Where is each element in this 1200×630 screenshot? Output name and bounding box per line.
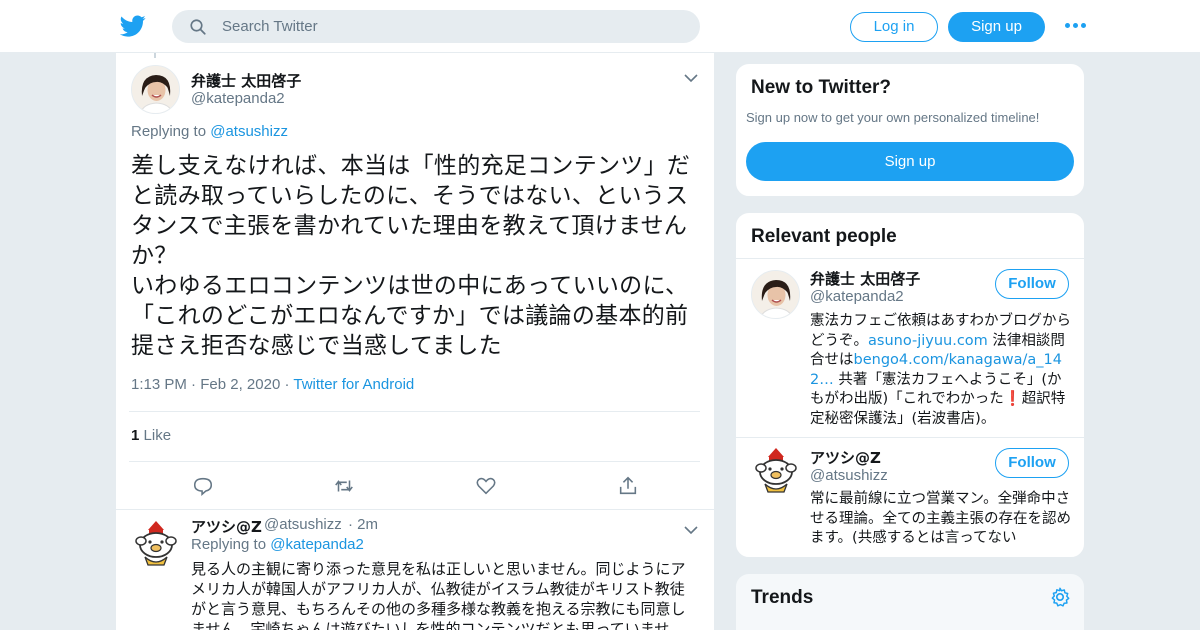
- timeline-column: 弁護士 太田啓子 @katepanda2 Replying to @atsush…: [115, 53, 715, 630]
- chevron-down-icon[interactable]: [684, 525, 698, 535]
- avatar[interactable]: [131, 519, 181, 569]
- reply-author-handle[interactable]: @atsushizz: [264, 516, 342, 533]
- meta-separator: ·: [348, 516, 358, 533]
- twitter-bird-icon[interactable]: [120, 13, 146, 39]
- person-photo-icon: [752, 271, 799, 318]
- replying-to-line: Replying to @katepanda2: [191, 536, 364, 553]
- tweet-text: 差し支えなければ、本当は「性的充足コンテンツ」だと読み取っていらしたのに、そうで…: [131, 153, 691, 359]
- replying-prefix: Replying to: [191, 536, 267, 553]
- replying-to-line: Replying to @atsushizz: [131, 123, 288, 140]
- person-handle[interactable]: @atsushizz: [810, 467, 888, 484]
- reply-tweet-text: 見る人の主観に寄り添った意見を私は正しいと思いません。同じようにアメリカ人が韓国…: [191, 560, 686, 630]
- like-count: 1: [131, 427, 140, 444]
- relevant-person[interactable]: 弁護士 太田啓子 @katepanda2 Follow 憲法カフェご依頼はあすわ…: [736, 258, 1084, 438]
- replying-to-link[interactable]: @katepanda2: [270, 536, 364, 553]
- avatar[interactable]: [131, 65, 180, 114]
- settings-gear-icon[interactable]: [1049, 586, 1071, 608]
- relevant-person[interactable]: アツシ@Z @atsushizz Follow 常に最前線に立つ営業マン。全弾命…: [736, 437, 1084, 557]
- person-photo-icon: [132, 66, 179, 113]
- author-name[interactable]: 弁護士 太田啓子: [191, 70, 301, 91]
- replying-to-link[interactable]: @atsushizz: [210, 123, 288, 140]
- reply-icon[interactable]: [192, 475, 214, 497]
- divider: [129, 411, 700, 412]
- top-navigation-bar: Log in Sign up: [0, 0, 1200, 53]
- relevant-people-card: Relevant people 弁護士 太田啓子 @katepanda2 Fol…: [735, 212, 1085, 558]
- like-icon[interactable]: [475, 475, 497, 497]
- pig-character-icon: [135, 521, 177, 566]
- follow-button[interactable]: Follow: [995, 269, 1069, 299]
- search-input[interactable]: [222, 10, 682, 43]
- relevant-people-title: Relevant people: [751, 226, 897, 247]
- share-icon[interactable]: [617, 475, 639, 497]
- reply-author-name[interactable]: アツシ@Z: [191, 516, 262, 537]
- replying-prefix: Replying to: [131, 123, 207, 140]
- bio-link[interactable]: asuno-jiyuu.com: [868, 333, 988, 349]
- avatar[interactable]: [751, 446, 801, 496]
- new-to-twitter-title: New to Twitter?: [751, 77, 892, 98]
- person-bio: 憲法カフェご依頼はあすわかブログからどうぞ。asuno-jiyuu.com 法律…: [810, 312, 1072, 429]
- person-bio: 常に最前線に立つ営業マン。全弾命中させる理論。全ての主義主張の存在を認めます。(…: [810, 491, 1071, 546]
- reply-time-ago: 2m: [357, 516, 379, 533]
- search-box[interactable]: [172, 10, 700, 43]
- focused-tweet: 弁護士 太田啓子 @katepanda2 Replying to @atsush…: [116, 53, 714, 510]
- retweet-icon[interactable]: [333, 475, 355, 497]
- like-count-row[interactable]: 1 Like: [131, 427, 171, 444]
- reply-tweet[interactable]: アツシ@Z @atsushizz · 2m Replying to @katep…: [116, 511, 714, 630]
- tweet-date[interactable]: Feb 2, 2020: [200, 376, 280, 393]
- person-name[interactable]: 弁護士 太田啓子: [810, 268, 920, 289]
- sidebar-signup-button[interactable]: Sign up: [746, 142, 1074, 181]
- reply-time[interactable]: · 2m: [348, 516, 378, 533]
- pig-character-icon: [755, 448, 797, 493]
- login-button[interactable]: Log in: [850, 12, 938, 42]
- avatar[interactable]: [751, 270, 800, 319]
- more-dots-icon[interactable]: [1064, 18, 1088, 34]
- chevron-down-icon[interactable]: [684, 73, 698, 83]
- meta-separator: ·: [191, 376, 201, 393]
- exclamation-emoji: ❗: [1003, 391, 1022, 407]
- tweet-source-link[interactable]: Twitter for Android: [293, 376, 414, 393]
- new-to-twitter-subtitle: Sign up now to get your own personalized…: [746, 110, 1040, 125]
- tweet-meta: 1:13 PM · Feb 2, 2020 · Twitter for Andr…: [131, 376, 414, 393]
- signup-button[interactable]: Sign up: [948, 12, 1045, 42]
- divider: [129, 461, 700, 462]
- like-label: Like: [143, 427, 172, 444]
- search-icon: [190, 19, 206, 35]
- person-name[interactable]: アツシ@Z: [810, 447, 881, 468]
- trends-card: Trends: [735, 573, 1085, 630]
- author-handle[interactable]: @katepanda2: [191, 90, 285, 107]
- person-handle[interactable]: @katepanda2: [810, 288, 904, 305]
- tweet-time[interactable]: 1:13 PM: [131, 376, 187, 393]
- trends-title: Trends: [751, 587, 814, 608]
- new-to-twitter-card: New to Twitter? Sign up now to get your …: [735, 63, 1085, 197]
- follow-button[interactable]: Follow: [995, 448, 1069, 478]
